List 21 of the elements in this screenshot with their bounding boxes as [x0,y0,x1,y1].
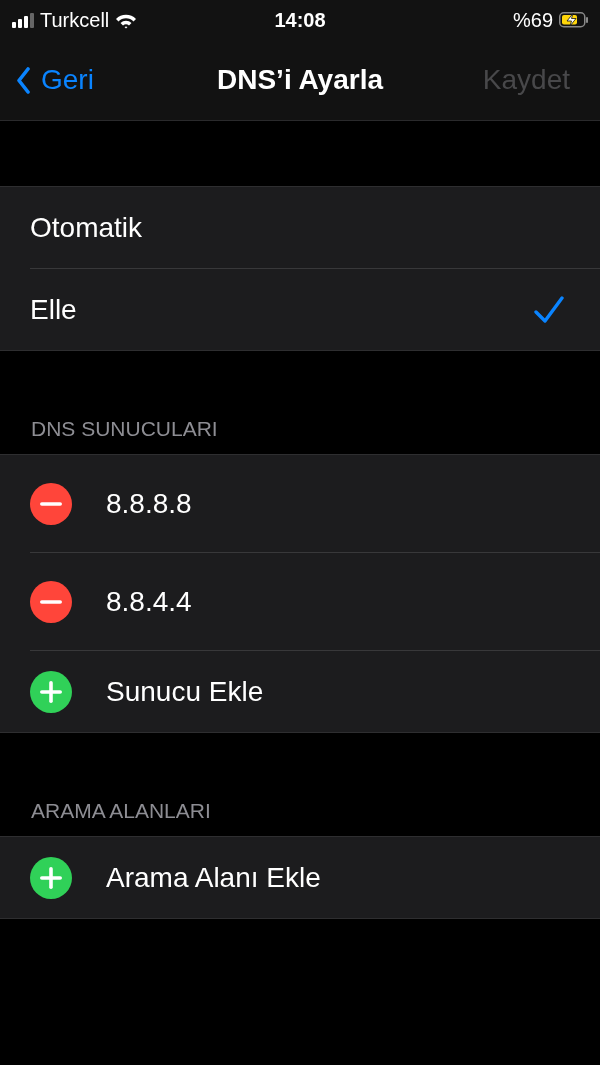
remove-icon[interactable] [30,482,72,525]
checkmark-icon [534,295,564,324]
add-entry-label[interactable]: Arama Alanı Ekle [106,861,321,894]
screen-title: DNS’i Ayarla [216,64,385,96]
add-icon[interactable] [30,670,72,713]
add-entry-label[interactable]: Sunucu Ekle [106,675,264,708]
signal-icon [12,12,34,28]
carrier-name: Turkcell [40,8,110,32]
add-icon[interactable] [30,856,72,899]
chevron-left-icon [16,66,31,94]
remove-icon[interactable] [30,580,72,623]
battery-percent: %69 [512,8,553,32]
mode-option[interactable]: Otomatik [30,187,600,269]
dns-server-address: 8.8.4.4 [106,585,192,618]
back-button[interactable]: Geri [16,64,94,96]
clock-time: 14:08 [273,8,327,32]
section-header: DNS SUNUCULARI [30,417,219,442]
battery-charging-icon [559,12,588,28]
dns-server-address: 8.8.8.8 [106,487,192,520]
section-header: ARAMA ALANLARI [30,799,212,824]
mode-option[interactable]: Elle [30,269,600,350]
